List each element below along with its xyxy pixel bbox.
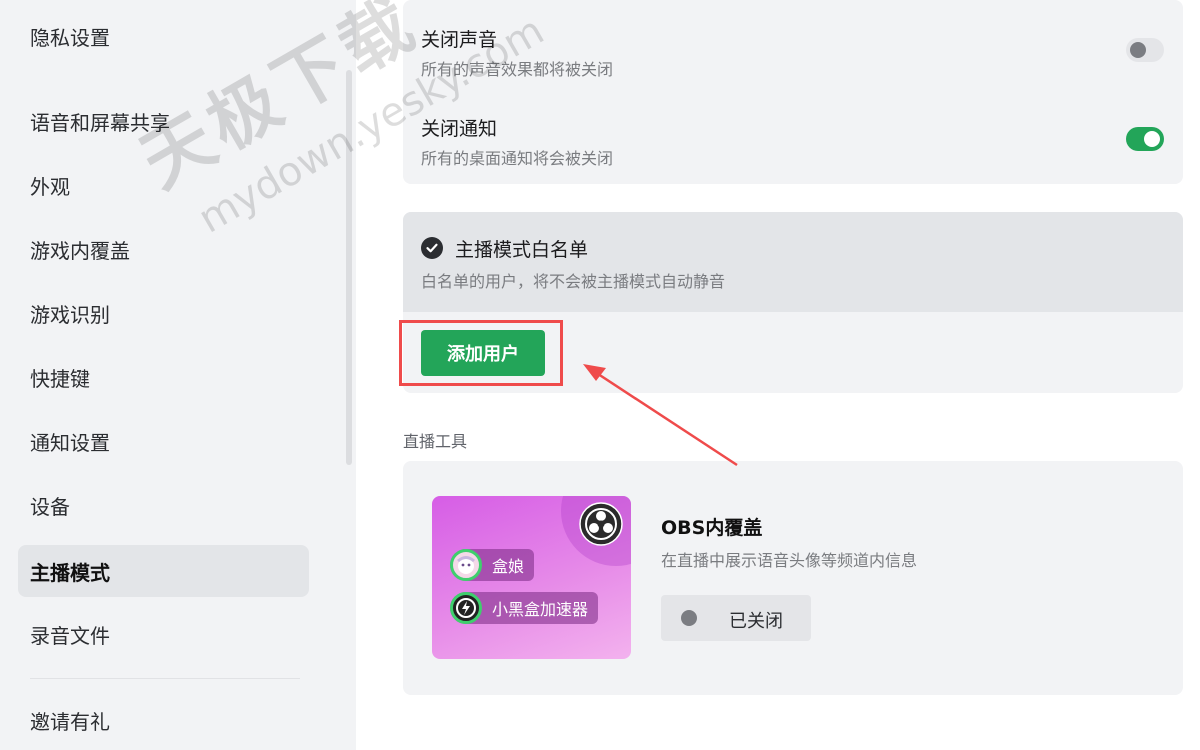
obs-overlay-status: 已关闭 bbox=[729, 611, 783, 632]
sidebar-scrollbar[interactable] bbox=[346, 70, 352, 465]
sidebar-item-notifications[interactable]: 通知设置 bbox=[18, 415, 309, 467]
toggle-knob bbox=[681, 610, 697, 626]
mute-sound-title: 关闭声音 bbox=[421, 29, 498, 51]
sidebar-divider bbox=[30, 678, 300, 679]
mute-sound-toggle[interactable] bbox=[1126, 38, 1164, 62]
whitelist-title: 主播模式白名单 bbox=[455, 239, 589, 261]
mute-notify-desc: 所有的桌面通知将会被关闭 bbox=[421, 149, 614, 168]
preview-user-name: 盒娘 bbox=[492, 557, 525, 576]
obs-overlay-desc: 在直播中展示语音头像等频道内信息 bbox=[661, 551, 918, 570]
obs-overlay-toggle[interactable] bbox=[677, 606, 715, 630]
mute-sound-desc: 所有的声音效果都将被关闭 bbox=[421, 60, 614, 79]
sound-notify-card: 关闭声音 所有的声音效果都将被关闭 关闭通知 所有的桌面通知将会被关闭 bbox=[403, 0, 1183, 184]
obs-overlay-card: 盒娘 小黑盒加速器 OBS内覆盖 在直播中展示语音头像等频道内信息 已关闭 bbox=[403, 461, 1183, 695]
sidebar-item-voice-screen-share[interactable]: 语音和屏幕共享 bbox=[18, 95, 309, 147]
sidebar-item-streamer-mode[interactable]: 主播模式 bbox=[18, 545, 309, 597]
whitelist-header: 主播模式白名单 白名单的用户，将不会被主播模式自动静音 bbox=[403, 212, 1183, 312]
sidebar-item-devices[interactable]: 设备 bbox=[18, 479, 309, 531]
toggle-knob bbox=[1144, 131, 1160, 147]
mute-notify-toggle[interactable] bbox=[1126, 127, 1164, 151]
sidebar-item-privacy[interactable]: 隐私设置 bbox=[18, 10, 309, 62]
mute-notify-title: 关闭通知 bbox=[421, 118, 498, 140]
whitelist-card: 主播模式白名单 白名单的用户，将不会被主播模式自动静音 添加用户 bbox=[399, 212, 1183, 393]
obs-overlay-toggle-button[interactable]: 已关闭 bbox=[661, 595, 811, 641]
add-user-button[interactable]: 添加用户 bbox=[421, 330, 545, 376]
sidebar-item-recordings[interactable]: 录音文件 bbox=[18, 608, 309, 660]
preview-user-pill: 盒娘 bbox=[450, 549, 535, 581]
sidebar-item-invite[interactable]: 邀请有礼 bbox=[18, 694, 309, 746]
preview-user-name: 小黑盒加速器 bbox=[492, 600, 589, 619]
sidebar-item-appearance[interactable]: 外观 bbox=[18, 159, 309, 211]
live-tools-section-label: 直播工具 bbox=[403, 432, 468, 451]
check-circle-icon bbox=[421, 237, 443, 259]
whitelist-desc: 白名单的用户，将不会被主播模式自动静音 bbox=[421, 272, 726, 291]
sidebar-item-game-overlay[interactable]: 游戏内覆盖 bbox=[18, 223, 309, 275]
obs-logo-icon bbox=[579, 502, 623, 546]
obs-overlay-title: OBS内覆盖 bbox=[661, 517, 763, 539]
obs-preview-image: 盒娘 小黑盒加速器 bbox=[432, 496, 631, 659]
avatar-icon bbox=[450, 549, 482, 581]
settings-sidebar: 隐私设置 语音和屏幕共享 外观 游戏内覆盖 游戏识别 快捷键 通知设置 设备 主… bbox=[0, 0, 356, 750]
lightning-icon bbox=[450, 592, 482, 624]
sidebar-item-game-detection[interactable]: 游戏识别 bbox=[18, 287, 309, 339]
sidebar-item-hotkeys[interactable]: 快捷键 bbox=[18, 351, 309, 403]
toggle-knob bbox=[1130, 42, 1146, 58]
preview-user-pill: 小黑盒加速器 bbox=[450, 592, 599, 624]
